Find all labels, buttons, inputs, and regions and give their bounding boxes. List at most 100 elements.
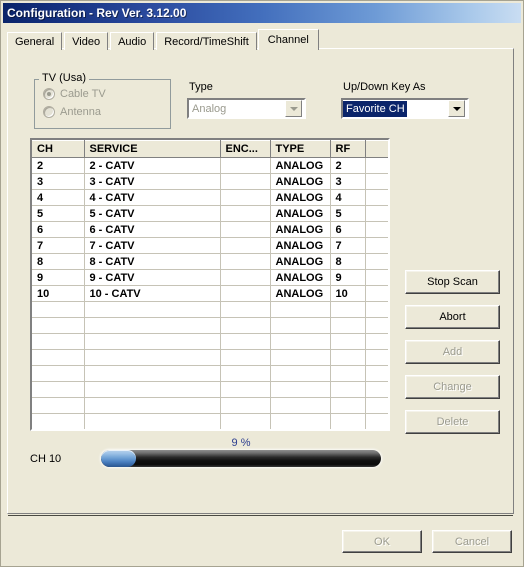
radio-cable-tv[interactable]: Cable TV bbox=[43, 88, 106, 100]
radio-cable-tv-icon bbox=[43, 88, 55, 100]
cell-ch bbox=[32, 301, 85, 318]
cell-rf bbox=[330, 381, 366, 398]
cell-service: 3 - CATV bbox=[84, 173, 221, 190]
tab-record-timeshift[interactable]: Record/TimeShift bbox=[156, 32, 257, 50]
window-title: Configuration - Rev Ver. 3.12.00 bbox=[7, 6, 187, 20]
cell-end bbox=[365, 317, 388, 334]
updown-key-combobox[interactable]: Favorite CH bbox=[341, 98, 469, 119]
cell-end bbox=[365, 253, 388, 270]
table-row[interactable] bbox=[32, 317, 388, 334]
table-row[interactable]: 88 - CATV ANALOG 8 bbox=[32, 253, 388, 270]
cell-type: ANALOG bbox=[270, 269, 331, 286]
cell-end bbox=[365, 221, 388, 238]
cell-end bbox=[365, 157, 388, 174]
cell-enc bbox=[220, 397, 271, 414]
type-label: Type bbox=[189, 81, 213, 93]
channel-table: CH SERVICE ENC... TYPE RF 22 - CATV ANALO… bbox=[32, 140, 388, 429]
cell-type bbox=[270, 381, 331, 398]
delete-button[interactable]: Delete bbox=[405, 410, 500, 434]
cell-type: ANALOG bbox=[270, 157, 331, 174]
cell-rf bbox=[330, 365, 366, 382]
cell-ch: 9 bbox=[32, 269, 85, 286]
cell-type bbox=[270, 365, 331, 382]
column-header-blank[interactable] bbox=[365, 140, 388, 158]
tab-channel[interactable]: Channel bbox=[257, 29, 319, 50]
cell-end bbox=[365, 413, 388, 429]
cell-enc bbox=[220, 157, 271, 174]
table-row[interactable] bbox=[32, 349, 388, 366]
cell-end bbox=[365, 349, 388, 366]
table-row[interactable]: 77 - CATV ANALOG 7 bbox=[32, 237, 388, 254]
table-header-row: CH SERVICE ENC... TYPE RF bbox=[32, 140, 388, 158]
chevron-down-icon[interactable] bbox=[285, 100, 302, 117]
table-row[interactable]: 44 - CATV ANALOG 4 bbox=[32, 189, 388, 206]
updown-key-label: Up/Down Key As bbox=[343, 81, 426, 93]
cell-service: 5 - CATV bbox=[84, 205, 221, 222]
cell-enc bbox=[220, 269, 271, 286]
radio-antenna-icon bbox=[43, 106, 55, 118]
cell-end bbox=[365, 189, 388, 206]
column-header-type[interactable]: TYPE bbox=[270, 140, 331, 158]
tab-audio[interactable]: Audio bbox=[110, 32, 155, 50]
cell-service bbox=[84, 381, 221, 398]
table-row[interactable]: 22 - CATV ANALOG 2 bbox=[32, 157, 388, 174]
table-row[interactable]: 55 - CATV ANALOG 5 bbox=[32, 205, 388, 222]
cell-type bbox=[270, 349, 331, 366]
cell-rf bbox=[330, 349, 366, 366]
radio-antenna-label: Antenna bbox=[60, 106, 101, 118]
cell-type: ANALOG bbox=[270, 237, 331, 254]
column-header-ch[interactable]: CH bbox=[32, 140, 85, 158]
cell-type: ANALOG bbox=[270, 221, 331, 238]
table-row[interactable]: 99 - CATV ANALOG 9 bbox=[32, 269, 388, 286]
cell-enc bbox=[220, 205, 271, 222]
cell-service bbox=[84, 349, 221, 366]
cell-rf: 2 bbox=[330, 157, 366, 174]
cell-end bbox=[365, 381, 388, 398]
cell-ch: 7 bbox=[32, 237, 85, 254]
cell-ch bbox=[32, 397, 85, 414]
channel-table-container[interactable]: CH SERVICE ENC... TYPE RF 22 - CATV ANALO… bbox=[30, 138, 390, 431]
cell-type: ANALOG bbox=[270, 205, 331, 222]
cell-end bbox=[365, 301, 388, 318]
cell-rf: 5 bbox=[330, 205, 366, 222]
tv-region-legend: TV (Usa) bbox=[39, 72, 89, 84]
table-row[interactable] bbox=[32, 301, 388, 318]
cancel-button[interactable]: Cancel bbox=[432, 530, 512, 553]
stop-scan-button[interactable]: Stop Scan bbox=[405, 270, 500, 294]
ok-button[interactable]: OK bbox=[342, 530, 422, 553]
tab-general[interactable]: General bbox=[7, 32, 63, 50]
cell-end bbox=[365, 269, 388, 286]
chevron-down-icon[interactable] bbox=[448, 100, 465, 117]
cell-service bbox=[84, 365, 221, 382]
column-header-rf[interactable]: RF bbox=[330, 140, 366, 158]
cell-ch: 8 bbox=[32, 253, 85, 270]
cell-end bbox=[365, 365, 388, 382]
change-button[interactable]: Change bbox=[405, 375, 500, 399]
cell-rf bbox=[330, 333, 366, 350]
current-channel-label: CH 10 bbox=[30, 453, 62, 465]
cell-rf: 6 bbox=[330, 221, 366, 238]
abort-button[interactable]: Abort bbox=[405, 305, 500, 329]
cell-rf: 7 bbox=[330, 237, 366, 254]
radio-antenna[interactable]: Antenna bbox=[43, 106, 101, 118]
column-header-service[interactable]: SERVICE bbox=[84, 140, 221, 158]
add-button[interactable]: Add bbox=[405, 340, 500, 364]
table-row[interactable] bbox=[32, 397, 388, 414]
cell-ch: 4 bbox=[32, 189, 85, 206]
tab-video[interactable]: Video bbox=[64, 32, 109, 50]
type-combobox[interactable]: Analog bbox=[187, 98, 306, 119]
table-row[interactable] bbox=[32, 413, 388, 429]
cell-end bbox=[365, 333, 388, 350]
cell-end bbox=[365, 285, 388, 302]
table-row[interactable]: 66 - CATV ANALOG 6 bbox=[32, 221, 388, 238]
table-row[interactable] bbox=[32, 365, 388, 382]
cell-type: ANALOG bbox=[270, 285, 331, 302]
table-row[interactable] bbox=[32, 381, 388, 398]
cell-service: 6 - CATV bbox=[84, 221, 221, 238]
table-row[interactable] bbox=[32, 333, 388, 350]
radio-cable-tv-label: Cable TV bbox=[60, 88, 106, 100]
cell-service: 7 - CATV bbox=[84, 237, 221, 254]
column-header-enc[interactable]: ENC... bbox=[220, 140, 271, 158]
table-row[interactable]: 33 - CATV ANALOG 3 bbox=[32, 173, 388, 190]
table-row[interactable]: 10 10 - CATV ANALOG 10 bbox=[32, 285, 388, 302]
